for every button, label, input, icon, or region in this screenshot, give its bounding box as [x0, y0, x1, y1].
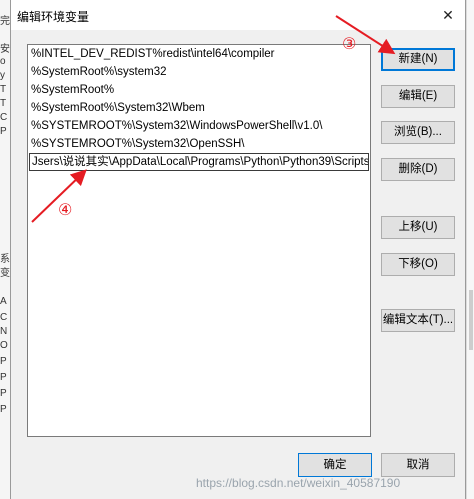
background-text-fragment: C: [0, 112, 8, 123]
watermark-text: https://blog.csdn.net/weixin_40587190: [196, 476, 401, 490]
background-text-fragment: P: [0, 126, 7, 137]
background-text-fragment: 系: [0, 254, 10, 265]
background-text-fragment: 安: [0, 44, 10, 55]
move-up-button[interactable]: 上移(U): [381, 216, 455, 239]
close-icon[interactable]: ✕: [437, 4, 459, 26]
path-list[interactable]: %INTEL_DEV_REDIST%redist\intel64\compile…: [27, 44, 371, 437]
browse-button[interactable]: 浏览(B)...: [381, 121, 455, 144]
background-scrollbar: [469, 290, 473, 350]
background-text-fragment: T: [0, 84, 7, 95]
edit-field-text: Jsers\说说其实\AppData\Local\Programs\Python…: [32, 156, 369, 168]
cancel-button[interactable]: 取消: [381, 453, 455, 477]
list-item[interactable]: %SystemRoot%: [28, 81, 370, 99]
list-item[interactable]: %SystemRoot%\System32\Wbem: [28, 99, 370, 117]
background-text-fragment: A: [0, 296, 7, 307]
title-bar: 编辑环境变量 ✕: [11, 0, 465, 30]
background-text-fragment: P: [0, 388, 7, 399]
background-text-fragment: C: [0, 312, 8, 323]
move-down-button[interactable]: 下移(O): [381, 253, 455, 276]
list-item[interactable]: %SYSTEMROOT%\System32\WindowsPowerShell\…: [28, 117, 370, 135]
edit-env-var-dialog: 编辑环境变量 ✕ %INTEL_DEV_REDIST%redist\intel6…: [10, 0, 466, 499]
background-text-fragment: 完: [0, 16, 10, 27]
background-text-fragment: T: [0, 98, 7, 109]
background-window-right: [466, 0, 474, 499]
background-text-fragment: O: [0, 340, 8, 351]
background-text-fragment: o: [0, 56, 6, 67]
background-text-fragment: y: [0, 70, 5, 81]
edit-button[interactable]: 编辑(E): [381, 85, 455, 108]
list-item-edit-field[interactable]: Jsers\说说其实\AppData\Local\Programs\Python…: [29, 153, 369, 171]
background-text-fragment: P: [0, 372, 7, 383]
step-4-annotation: ④: [58, 200, 73, 219]
ok-button[interactable]: 确定: [298, 453, 372, 477]
background-text-fragment: N: [0, 326, 8, 337]
list-item[interactable]: %SystemRoot%\system32: [28, 63, 370, 81]
background-text-fragment: P: [0, 356, 7, 367]
delete-button[interactable]: 删除(D): [381, 158, 455, 181]
list-item[interactable]: %INTEL_DEV_REDIST%redist\intel64\compile…: [28, 45, 370, 63]
step-3-annotation: ③: [342, 34, 357, 53]
window-title: 编辑环境变量: [17, 10, 90, 24]
new-button[interactable]: 新建(N): [381, 48, 455, 71]
edit-text-button[interactable]: 编辑文本(T)...: [381, 309, 455, 332]
background-text-fragment: 变: [0, 268, 10, 279]
background-text-fragment: P: [0, 404, 7, 415]
list-item[interactable]: %SYSTEMROOT%\System32\OpenSSH\: [28, 135, 370, 153]
